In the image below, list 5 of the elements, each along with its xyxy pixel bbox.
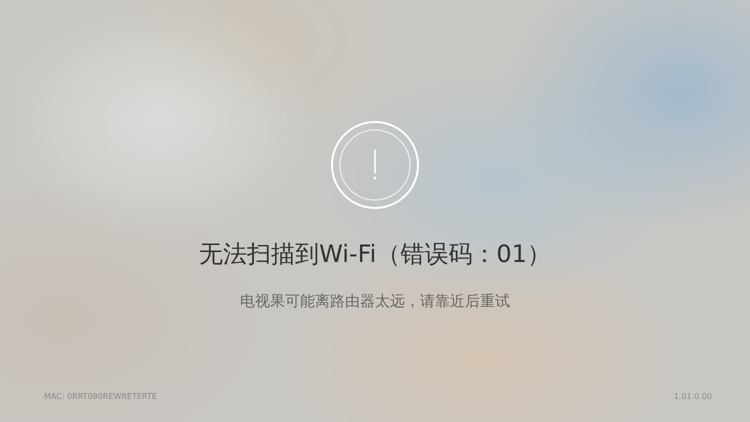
warning-icon: [330, 120, 420, 210]
error-message: 电视果可能离路由器太远，请靠近后重试: [240, 292, 510, 311]
mac-address: MAC: 0RRT090REWRETERTE: [44, 392, 157, 401]
version-number: 1.01.0.00: [674, 392, 712, 401]
error-title: 无法扫描到Wi-Fi（错误码：01）: [199, 239, 551, 270]
